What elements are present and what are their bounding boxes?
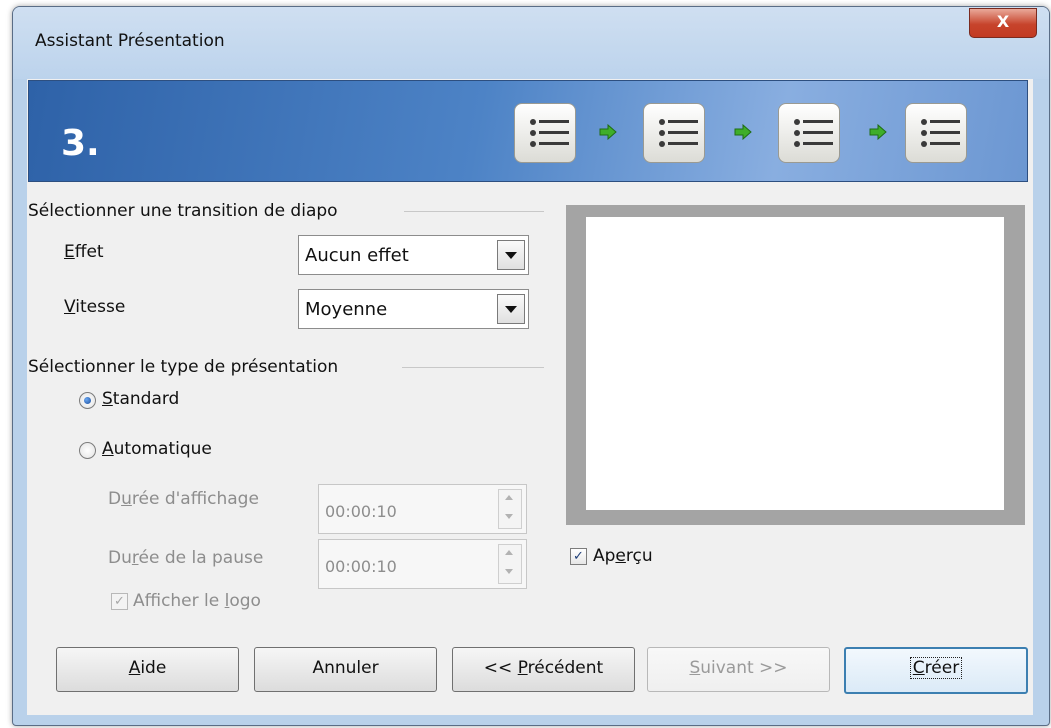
- automatic-label[interactable]: Automatique: [102, 439, 212, 459]
- list-icon: [905, 103, 967, 163]
- window-title: Assistant Présentation: [35, 31, 225, 51]
- speed-label: Vitesse: [64, 297, 126, 317]
- display-duration-stepper[interactable]: 00:00:10: [318, 484, 527, 534]
- section-divider: [404, 211, 544, 212]
- effect-value: Aucun effet: [305, 245, 409, 266]
- chevron-down-icon[interactable]: [505, 569, 513, 574]
- list-icon: [514, 103, 576, 163]
- stepper-buttons[interactable]: [498, 489, 522, 529]
- type-section-heading: Sélectionner le type de présentation: [28, 357, 339, 377]
- chevron-down-icon[interactable]: [497, 294, 525, 324]
- arrow-right-icon: [734, 124, 752, 140]
- speed-dropdown[interactable]: Moyenne: [298, 289, 529, 329]
- pause-duration-value: 00:00:10: [325, 557, 397, 576]
- display-duration-label: Durée d'affichage: [108, 489, 259, 509]
- chevron-down-icon[interactable]: [505, 514, 513, 519]
- preview-frame: [566, 205, 1025, 525]
- arrow-right-icon: [869, 124, 887, 140]
- standard-radio[interactable]: [79, 392, 96, 409]
- close-icon: X: [996, 12, 1010, 31]
- display-duration-value: 00:00:10: [325, 502, 397, 521]
- list-icon: [643, 103, 705, 163]
- show-logo-checkbox[interactable]: ✓: [111, 593, 128, 610]
- preview-area: [586, 217, 1004, 510]
- chevron-up-icon[interactable]: [505, 495, 513, 500]
- preview-label[interactable]: Aperçu: [593, 546, 653, 566]
- show-logo-label: Afficher le logo: [133, 591, 261, 611]
- chevron-up-icon[interactable]: [505, 550, 513, 555]
- stepper-buttons[interactable]: [498, 544, 522, 584]
- title-bar[interactable]: Assistant Présentation X: [13, 7, 1049, 79]
- close-button[interactable]: X: [969, 8, 1037, 38]
- effect-dropdown[interactable]: Aucun effet: [298, 235, 529, 275]
- section-divider: [402, 367, 544, 368]
- next-button[interactable]: Suivant >>: [647, 647, 830, 692]
- create-button[interactable]: Créer: [844, 647, 1028, 694]
- help-button[interactable]: Aide: [56, 647, 239, 692]
- transition-section-heading: Sélectionner une transition de diapo: [28, 201, 338, 221]
- cancel-button[interactable]: Annuler: [254, 647, 437, 692]
- standard-label[interactable]: Standard: [102, 389, 179, 409]
- step-banner: 3.: [28, 80, 1028, 182]
- list-icon: [778, 103, 840, 163]
- step-number: 3.: [61, 123, 100, 164]
- arrow-right-icon: [599, 124, 617, 140]
- chevron-down-icon[interactable]: [497, 240, 525, 270]
- preview-checkbox[interactable]: ✓: [570, 548, 587, 565]
- pause-duration-stepper[interactable]: 00:00:10: [318, 539, 527, 589]
- automatic-radio[interactable]: [79, 442, 96, 459]
- back-button[interactable]: << Précédent: [452, 647, 635, 692]
- speed-value: Moyenne: [305, 299, 388, 320]
- effect-label: Effet: [64, 242, 104, 262]
- pause-duration-label: Durée de la pause: [108, 548, 264, 568]
